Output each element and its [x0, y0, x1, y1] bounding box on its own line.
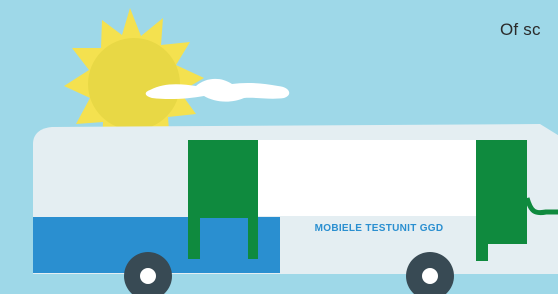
bus-icon	[33, 124, 558, 294]
bus-label: MOBIELE TESTUNIT GGD	[314, 223, 444, 234]
illustration-scene: Of sc MOBIELE TESTUNIT GGD	[0, 0, 558, 294]
scene-svg	[0, 0, 558, 294]
caption-text: Of sc	[500, 20, 541, 39]
